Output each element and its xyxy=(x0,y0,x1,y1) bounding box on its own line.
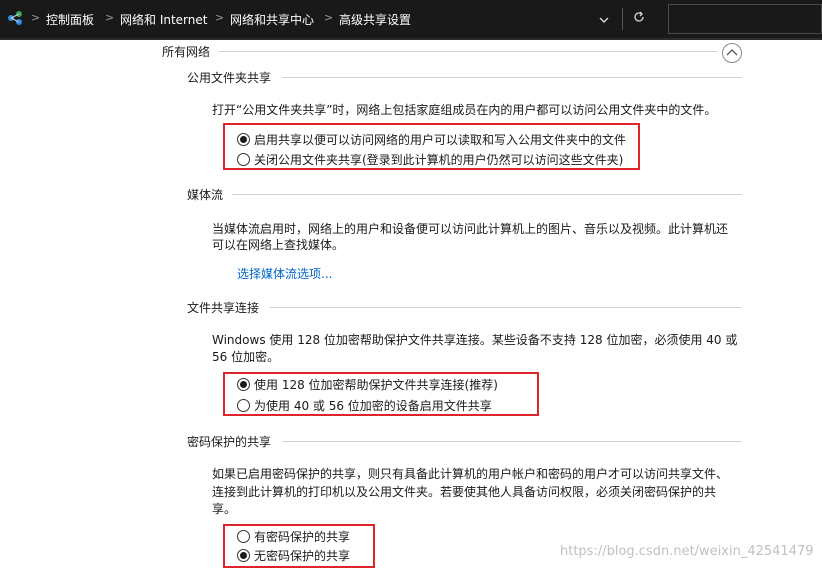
breadcrumb-control-panel[interactable]: 控制面板 xyxy=(46,11,94,28)
address-bar: > 控制面板 > 网络和 Internet > 网络和共享中心 > 高级共享设置 xyxy=(0,0,822,38)
breadcrumb-separator-icon[interactable]: > xyxy=(31,11,40,24)
highlight-box xyxy=(223,524,375,568)
password-sharing-description-line2: 连接到此计算机的打印机以及公用文件夹。若要使其他人具备访问权限，必须关闭密码保护… xyxy=(212,485,717,499)
public-folder-description: 打开“公用文件夹共享”时，网络上包括家庭组成员在内的用户都可以访问公用文件夹中的… xyxy=(212,103,717,117)
refresh-icon[interactable] xyxy=(628,8,650,30)
password-sharing-section-title: 密码保护的共享 xyxy=(187,435,272,449)
group-title: 所有网络 xyxy=(162,45,211,59)
watermark: https://blog.csdn.net/weixin_42541479 xyxy=(560,544,814,559)
media-streaming-options-link[interactable]: 选择媒体流选项... xyxy=(237,265,332,282)
highlight-box xyxy=(223,372,539,416)
file-sharing-description-line2: 56 位加密。 xyxy=(212,350,280,364)
advanced-sharing-settings-panel: 所有网络 公用文件夹共享 打开“公用文件夹共享”时，网络上包括家庭组成员在内的用… xyxy=(0,40,822,573)
public-folder-section-title: 公用文件夹共享 xyxy=(187,71,272,85)
file-sharing-description-line1: Windows 使用 128 位加密帮助保护文件共享连接。某些设备不支持 128… xyxy=(212,333,738,347)
chevron-up-icon xyxy=(726,49,738,56)
search-input[interactable] xyxy=(668,4,822,34)
breadcrumb-separator-icon[interactable]: > xyxy=(324,11,333,24)
password-sharing-divider xyxy=(282,441,742,442)
collapse-group-button[interactable] xyxy=(722,43,742,63)
network-icon xyxy=(8,11,22,25)
password-sharing-description-line3: 享。 xyxy=(212,502,237,516)
file-sharing-section-title: 文件共享连接 xyxy=(187,301,260,315)
breadcrumb-separator-icon[interactable]: > xyxy=(105,11,114,24)
breadcrumb-advanced-sharing[interactable]: 高级共享设置 xyxy=(339,11,411,28)
highlight-box xyxy=(223,123,640,170)
breadcrumb-separator-icon[interactable]: > xyxy=(215,11,224,24)
media-streaming-section-title: 媒体流 xyxy=(187,188,224,202)
media-streaming-description-line1: 当媒体流启用时，网络上的用户和设备便可以访问此计算机上的图片、音乐以及视频。此计… xyxy=(212,222,729,236)
password-sharing-description-line1: 如果已启用密码保护的共享，则只有具备此计算机的用户帐户和密码的用户才可以访问共享… xyxy=(212,467,729,481)
media-streaming-description-line2: 可以在网络上查找媒体。 xyxy=(212,238,345,252)
breadcrumb-network-internet[interactable]: 网络和 Internet xyxy=(120,11,207,28)
file-sharing-divider xyxy=(270,307,742,308)
breadcrumb-network-sharing-center[interactable]: 网络和共享中心 xyxy=(230,11,314,28)
address-box[interactable]: > 控制面板 > 网络和 Internet > 网络和共享中心 > 高级共享设置 xyxy=(0,0,657,38)
group-divider xyxy=(218,51,718,52)
media-streaming-divider xyxy=(232,194,742,195)
public-folder-divider xyxy=(282,77,742,78)
chevron-down-icon[interactable] xyxy=(594,9,614,29)
address-divider xyxy=(622,8,623,30)
